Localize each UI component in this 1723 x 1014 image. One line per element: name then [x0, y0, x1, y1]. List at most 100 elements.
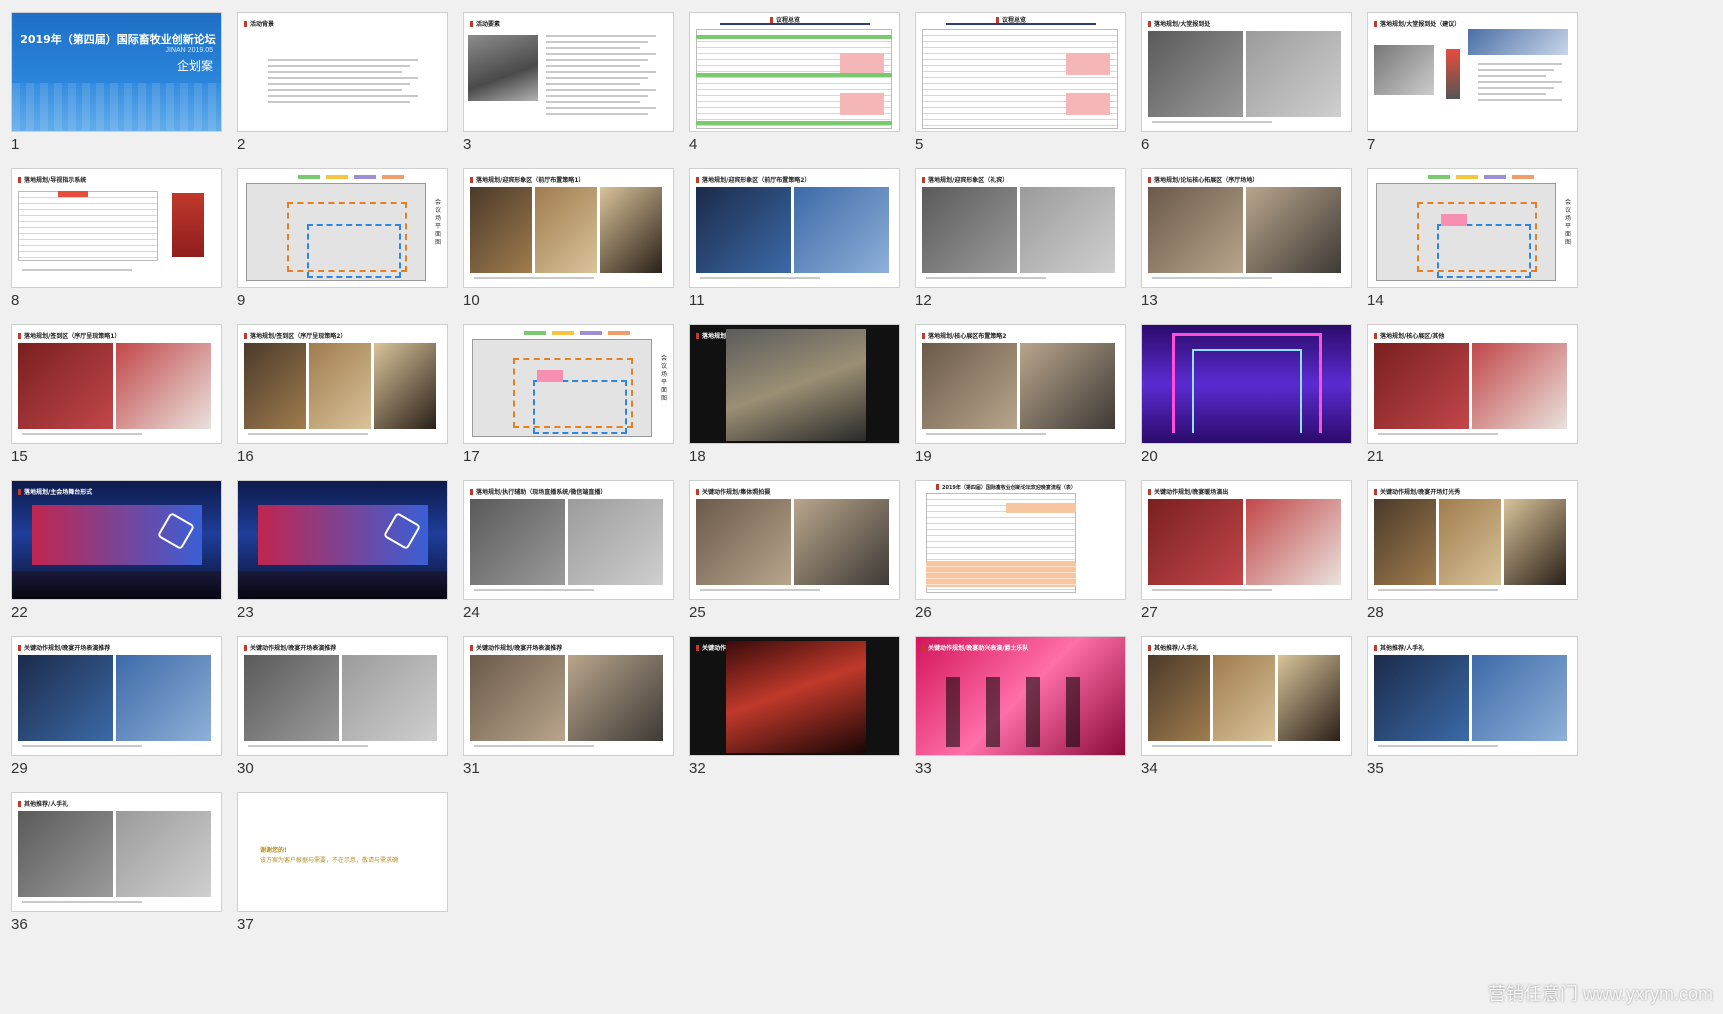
text-line [546, 53, 656, 55]
text-line [268, 71, 402, 73]
slide-thumbnail[interactable]: 关键动作规划/晚宴开场表演推荐 32 [689, 636, 900, 791]
slide-thumbnail[interactable]: 关键动作规划/晚宴开场表演推荐 29 [11, 636, 222, 791]
text-line [546, 35, 656, 37]
slide-preview[interactable]: 其他推荐/人手礼 [1367, 636, 1578, 756]
slide-preview[interactable]: 落地规划/大堂报到处（建议） [1367, 12, 1578, 132]
slide-preview[interactable]: 落地规划/执行辅助（现场直播系统/微信端直播） [463, 480, 674, 600]
slide-thumbnail[interactable]: 落地规划/迎宾形象区（礼宾） 12 [915, 168, 1126, 323]
slide-thumbnail[interactable]: 落地规划/核心展区布置策略2 19 [915, 324, 1126, 479]
slide-thumbnail[interactable]: 关键动作规划/晚宴开场表演推荐 30 [237, 636, 448, 791]
agenda-green-row [696, 35, 892, 39]
slide-preview[interactable]: 关键动作规划/晚宴开场表演推荐 [689, 636, 900, 756]
slide-thumbnail[interactable]: 落地规划/执行辅助（现场直播系统/微信端直播） 24 [463, 480, 674, 635]
slide-thumbnail[interactable]: 落地规划/迎宾形象区（前厅布置策略2） 11 [689, 168, 900, 323]
text-line [1152, 745, 1272, 747]
slide-thumbnail[interactable]: 2019年（第四届）国际畜牧业创新论坛欢迎晚宴流程（表） 26 [915, 480, 1126, 635]
slide-thumbnail[interactable]: 议程总览 5 [915, 12, 1126, 167]
slide-photo [309, 343, 371, 429]
slide-preview[interactable]: 落地规划/签到区（序厅呈现策略2） [237, 324, 448, 444]
slide-thumbnail[interactable]: 落地规划/导视指示系统 8 [11, 168, 222, 323]
slide-preview[interactable]: 议程总览 [915, 12, 1126, 132]
slide-thumbnail[interactable]: 落地规划/签到区（序厅呈现策略1） 15 [11, 324, 222, 479]
slide-thumbnail[interactable]: 会议场平面图 17 [463, 324, 674, 479]
slide-preview[interactable]: 落地规划/导视指示系统 [11, 168, 222, 288]
slide-preview[interactable] [1141, 324, 1352, 444]
slide-preview[interactable]: 2019年（第四届）国际畜牧业创新论坛 JINAN 2019.05 企划案 [11, 12, 222, 132]
slide-preview[interactable]: 关键动作规划/晚宴助兴表演/爵士乐队 [915, 636, 1126, 756]
slide-thumbnail[interactable]: 落地规划/大堂报到处（建议） 7 [1367, 12, 1578, 167]
slide-preview[interactable] [237, 480, 448, 600]
slide-preview[interactable]: 落地规划/迎宾形象区（前厅布置策略2） [689, 168, 900, 288]
slide-photo [1213, 655, 1275, 741]
slide-preview[interactable]: 落地规划/主会场舞台形式 [11, 480, 222, 600]
slide-thumbnail[interactable]: 活动背景 2 [237, 12, 448, 167]
slide-photo [18, 343, 113, 429]
slide-thumbnail[interactable]: 落地规划/主会场舞台形式 22 [11, 480, 222, 635]
slide-preview[interactable]: 关键动作规划/晚宴开场表演推荐 [11, 636, 222, 756]
slide-thumbnail[interactable]: 落地规划/签到区（序厅呈现策略2） 16 [237, 324, 448, 479]
slide-thumbnail[interactable]: 20 [1141, 324, 1352, 479]
slide-preview[interactable]: 落地规划/核心展区/其他 [1367, 324, 1578, 444]
slide-thumbnail[interactable]: 23 [237, 480, 448, 635]
slide-thumbnail[interactable]: 关键动作规划/集体照拍摄 25 [689, 480, 900, 635]
slide-preview[interactable]: 2019年（第四届）国际畜牧业创新论坛欢迎晚宴流程（表） [915, 480, 1126, 600]
slide-number: 17 [463, 448, 480, 465]
zone-pink [1441, 214, 1467, 226]
slide-photo [696, 499, 791, 585]
slide-thumbnail[interactable]: 会议场平面图 9 [237, 168, 448, 323]
slide-preview[interactable]: 会议场平面图 [237, 168, 448, 288]
slide-preview[interactable]: 活动背景 [237, 12, 448, 132]
slide-preview[interactable]: 谢谢您的! 该方案为客户根据与需要，不在示意，敬请与需求确 [237, 792, 448, 912]
slide-thumbnail[interactable]: 其他推荐/人手礼 34 [1141, 636, 1352, 791]
text-line [1152, 121, 1272, 123]
slide-thumbnail[interactable]: 关键动作规划/晚宴开场表演推荐 31 [463, 636, 674, 791]
slide-thumbnail[interactable]: 落地规划/迎宾形象区（前厅布置策略1） 10 [463, 168, 674, 323]
slide-preview[interactable]: 落地规划/签到区（序厅呈现策略1） [11, 324, 222, 444]
slide-number: 6 [1141, 136, 1150, 153]
slide-preview[interactable]: 关键动作规划/集体照拍摄 [689, 480, 900, 600]
slide-preview[interactable]: 关键动作规划/晚宴开场灯光秀 [1367, 480, 1578, 600]
slide-thumbnail[interactable]: 其他推荐/人手礼 35 [1367, 636, 1578, 791]
slide-number: 25 [689, 604, 706, 621]
slide-thumbnail[interactable]: 关键动作规划/晚宴开场灯光秀 28 [1367, 480, 1578, 635]
slide-thumbnail[interactable]: 落地规划/核心展区布置策略1 18 [689, 324, 900, 479]
slide-preview[interactable]: 议程总览 [689, 12, 900, 132]
slide-preview[interactable]: 落地规划/迎宾形象区（前厅布置策略1） [463, 168, 674, 288]
slide-preview[interactable]: 其他推荐/人手礼 [1141, 636, 1352, 756]
slide-thumbnail[interactable]: 2019年（第四届）国际畜牧业创新论坛 JINAN 2019.05 企划案 1 [11, 12, 222, 167]
slide-thumbnail[interactable]: 落地规划/论坛核心拓展区（序厅场地） 13 [1141, 168, 1352, 323]
text-line [1478, 69, 1554, 71]
text-line [22, 269, 132, 271]
slide-preview[interactable]: 关键动作规划/晚宴开场表演推荐 [463, 636, 674, 756]
slide-preview[interactable]: 关键动作规划/晚宴暖场演出 [1141, 480, 1352, 600]
slide-thumbnail[interactable]: 落地规划/大堂报到处 6 [1141, 12, 1352, 167]
slide-header: 落地规划/迎宾形象区（前厅布置策略2） [696, 175, 810, 184]
slide-thumbnail[interactable]: 关键动作规划/晚宴暖场演出 27 [1141, 480, 1352, 635]
slide-photo [18, 811, 113, 897]
slide-photo [1246, 31, 1341, 117]
text-line [268, 65, 410, 67]
slide-preview[interactable]: 落地规划/核心展区布置策略1 [689, 324, 900, 444]
slide-header: 关键动作规划/晚宴开场表演推荐 [18, 643, 110, 652]
slide-preview[interactable]: 落地规划/大堂报到处 [1141, 12, 1352, 132]
slide-header: 落地规划/导视指示系统 [18, 175, 86, 184]
zone-blue [533, 380, 627, 434]
slide-thumbnail[interactable]: 谢谢您的! 该方案为客户根据与需要，不在示意，敬请与需求确 37 [237, 792, 448, 947]
slide-thumbnail[interactable]: 活动要素 3 [463, 12, 674, 167]
slide-preview[interactable]: 落地规划/迎宾形象区（礼宾） [915, 168, 1126, 288]
text-line [1478, 81, 1562, 83]
slide-preview[interactable]: 会议场平面图 [1367, 168, 1578, 288]
slide-thumbnail[interactable]: 议程总览 4 [689, 12, 900, 167]
slide-preview[interactable]: 会议场平面图 [463, 324, 674, 444]
slide-header: 落地规划/签到区（序厅呈现策略1） [18, 331, 120, 340]
slide-preview[interactable]: 落地规划/论坛核心拓展区（序厅场地） [1141, 168, 1352, 288]
slide-thumbnail[interactable]: 落地规划/核心展区/其他 21 [1367, 324, 1578, 479]
slide-preview[interactable]: 关键动作规划/晚宴开场表演推荐 [237, 636, 448, 756]
slide-preview[interactable]: 其他推荐/人手礼 [11, 792, 222, 912]
slide-thumbnail[interactable]: 其他推荐/人手礼 36 [11, 792, 222, 947]
slide-preview[interactable]: 落地规划/核心展区布置策略2 [915, 324, 1126, 444]
slide-preview[interactable]: 活动要素 [463, 12, 674, 132]
slide-thumbnail[interactable]: 会议场平面图 14 [1367, 168, 1578, 323]
slide-thumbnail[interactable]: 关键动作规划/晚宴助兴表演/爵士乐队 33 [915, 636, 1126, 791]
slide-number: 10 [463, 292, 480, 309]
